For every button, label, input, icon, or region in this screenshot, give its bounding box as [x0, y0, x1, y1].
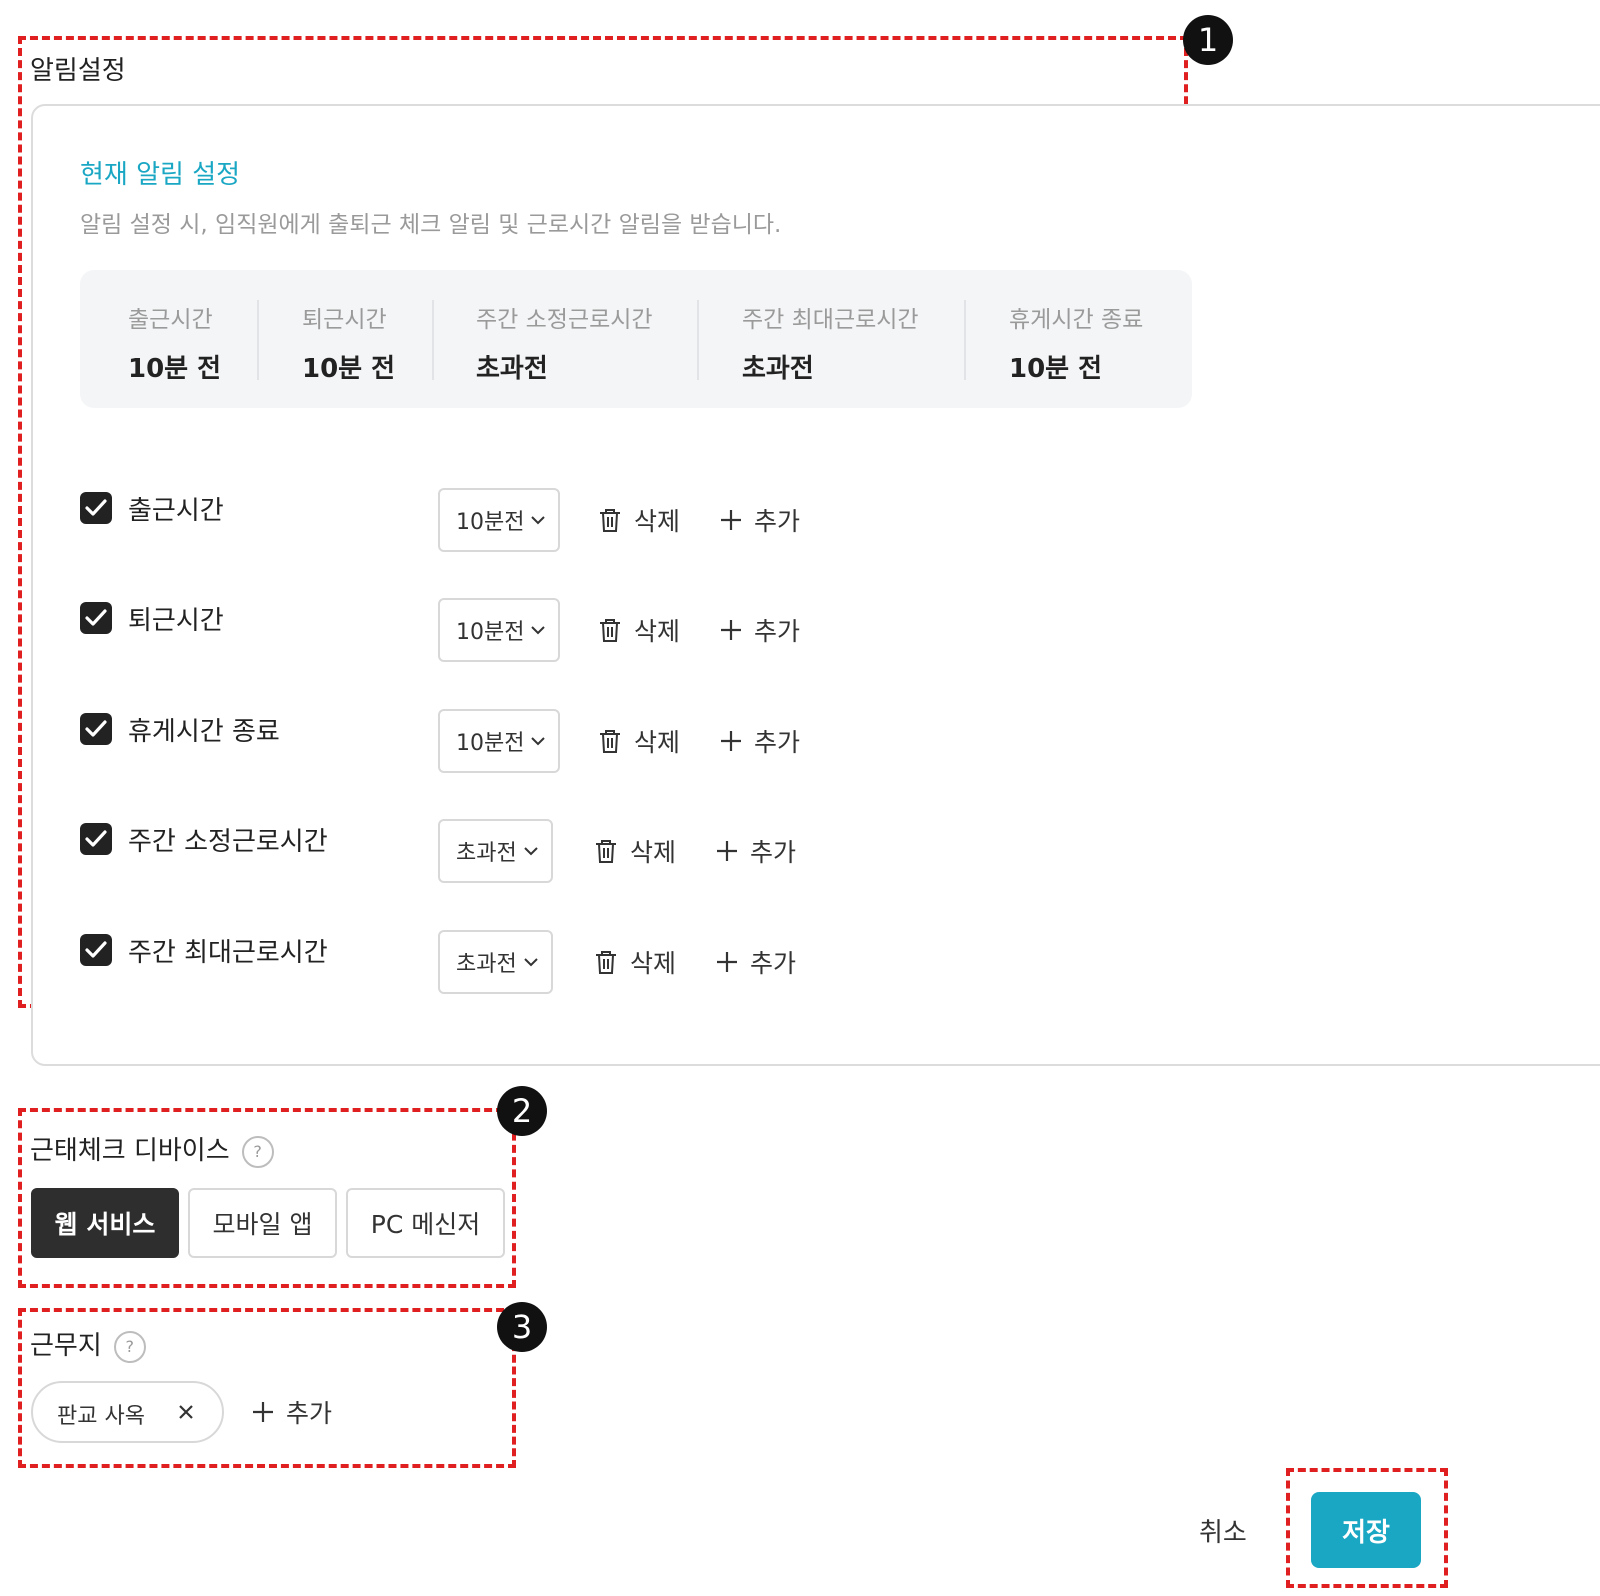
- add-button[interactable]: 추가: [720, 723, 800, 759]
- summary-divider: [257, 300, 259, 380]
- summary-label: 주간 소정근로시간: [476, 307, 653, 333]
- add-label: 추가: [754, 728, 801, 757]
- add-button[interactable]: 추가: [720, 502, 800, 538]
- plus-icon: [721, 620, 741, 640]
- summary-label: 주간 최대근로시간: [742, 307, 919, 333]
- delete-button[interactable]: 삭제: [598, 723, 680, 759]
- alarm-row-weekly-regular: 주간 소정근로시간 초과전 삭제 추가: [80, 819, 840, 883]
- add-workplace-button[interactable]: 추가: [252, 1394, 332, 1430]
- plus-icon: [721, 510, 741, 530]
- summary-divider: [697, 300, 699, 380]
- add-label: 추가: [754, 507, 801, 536]
- checkbox-checked-icon[interactable]: [80, 934, 112, 966]
- trash-icon: [600, 730, 620, 753]
- add-label: 추가: [754, 617, 801, 646]
- trash-icon: [600, 509, 620, 532]
- trash-icon: [596, 951, 616, 974]
- summary-label: 퇴근시간: [302, 307, 387, 333]
- summary-label: 휴게시간 종료: [1009, 307, 1144, 333]
- chevron-down-icon: [524, 847, 538, 856]
- alarm-summary-card: 출근시간 10분 전 퇴근시간 10분 전 주간 소정근로시간 초과전 주간 최…: [80, 270, 1192, 408]
- cancel-button[interactable]: 취소: [1199, 1512, 1247, 1549]
- delete-label: 삭제: [630, 838, 677, 867]
- plus-icon: [721, 731, 741, 751]
- plus-icon: [717, 841, 737, 861]
- add-label: 추가: [750, 838, 797, 867]
- current-alarm-description: 알림 설정 시, 임직원에게 출퇴근 체크 알림 및 근로시간 알림을 받습니다…: [80, 212, 782, 238]
- alarm-panel: [31, 104, 1600, 1066]
- select-value: 10분전: [456, 731, 525, 756]
- chevron-down-icon: [531, 516, 546, 525]
- help-circle-icon[interactable]: ?: [113, 1330, 146, 1363]
- alarm-row-label: 출근시간: [128, 496, 224, 526]
- add-button[interactable]: 추가: [716, 833, 796, 869]
- select-value: 초과전: [456, 841, 517, 866]
- alarm-row-checkout: 퇴근시간 10분전 삭제 추가: [80, 598, 840, 662]
- alarm-time-select[interactable]: 10분전: [438, 709, 561, 773]
- device-title: 근태체크 디바이스: [30, 1136, 230, 1166]
- delete-button[interactable]: 삭제: [594, 833, 676, 869]
- alarm-row-checkin: 출근시간 10분전 삭제 추가: [80, 488, 840, 552]
- add-button[interactable]: 추가: [720, 612, 800, 648]
- plus-icon: [253, 1402, 273, 1422]
- device-option-mobile[interactable]: 모바일 앱: [188, 1188, 337, 1258]
- workplace-title: 근무지: [30, 1331, 102, 1361]
- device-option-pc[interactable]: PC 메신저: [346, 1188, 505, 1258]
- annotation-marker-1: 1: [1183, 15, 1233, 65]
- annotation-marker-3: 3: [497, 1302, 547, 1352]
- plus-icon: [717, 952, 737, 972]
- delete-button[interactable]: 삭제: [598, 612, 680, 648]
- trash-icon: [596, 840, 616, 863]
- chevron-down-icon: [524, 958, 538, 967]
- summary-value: 10분 전: [1009, 354, 1103, 384]
- alarm-row-label: 주간 최대근로시간: [128, 938, 328, 968]
- device-section-title: 근태체크 디바이스?: [30, 1130, 274, 1168]
- alarm-row-label: 휴게시간 종료: [128, 717, 280, 747]
- select-value: 10분전: [456, 510, 525, 535]
- summary-value: 10분 전: [128, 354, 222, 384]
- select-value: 초과전: [456, 952, 517, 977]
- summary-value: 초과전: [742, 354, 814, 384]
- alarm-time-select[interactable]: 10분전: [438, 488, 561, 552]
- close-icon[interactable]: [176, 1402, 196, 1422]
- summary-value: 10분 전: [302, 354, 396, 384]
- summary-label: 출근시간: [128, 307, 213, 333]
- delete-button[interactable]: 삭제: [594, 944, 676, 980]
- alarm-section-title: 알림설정: [30, 56, 126, 86]
- annotation-marker-2: 2: [497, 1086, 547, 1136]
- current-alarm-title: 현재 알림 설정: [80, 160, 241, 190]
- delete-button[interactable]: 삭제: [598, 502, 680, 538]
- select-value: 10분전: [456, 620, 525, 645]
- workplace-section-title: 근무지?: [30, 1325, 146, 1363]
- add-label: 추가: [286, 1399, 333, 1428]
- alarm-row-label: 주간 소정근로시간: [128, 827, 328, 857]
- checkbox-checked-icon[interactable]: [80, 602, 112, 634]
- delete-label: 삭제: [634, 617, 681, 646]
- add-label: 추가: [750, 949, 797, 978]
- trash-icon: [600, 619, 620, 642]
- summary-divider: [964, 300, 966, 380]
- device-option-web[interactable]: 웹 서비스: [31, 1188, 179, 1258]
- alarm-row-weekly-max: 주간 최대근로시간 초과전 삭제 추가: [80, 930, 840, 994]
- chevron-down-icon: [531, 626, 546, 635]
- checkbox-checked-icon[interactable]: [80, 823, 112, 855]
- alarm-time-select[interactable]: 10분전: [438, 598, 561, 662]
- alarm-row-label: 퇴근시간: [128, 606, 224, 636]
- save-button[interactable]: 저장: [1311, 1492, 1421, 1568]
- alarm-row-break-end: 휴게시간 종료 10분전 삭제 추가: [80, 709, 840, 773]
- help-circle-icon[interactable]: ?: [241, 1135, 274, 1168]
- summary-divider: [432, 300, 434, 380]
- workplace-chip-label: 판교 사옥: [57, 1404, 145, 1429]
- delete-label: 삭제: [634, 507, 681, 536]
- summary-value: 초과전: [476, 354, 548, 384]
- checkbox-checked-icon[interactable]: [80, 713, 112, 745]
- checkbox-checked-icon[interactable]: [80, 492, 112, 524]
- alarm-time-select[interactable]: 초과전: [438, 930, 553, 994]
- alarm-time-select[interactable]: 초과전: [438, 819, 553, 883]
- chevron-down-icon: [531, 737, 546, 746]
- delete-label: 삭제: [630, 949, 677, 978]
- add-button[interactable]: 추가: [716, 944, 796, 980]
- delete-label: 삭제: [634, 728, 681, 757]
- workplace-chip: 판교 사옥: [31, 1381, 224, 1443]
